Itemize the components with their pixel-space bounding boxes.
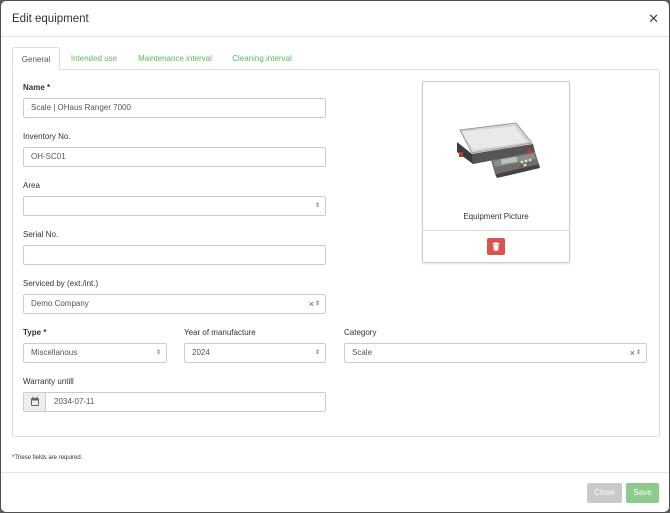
inventory-no-input[interactable]: OH-SC01 (23, 147, 326, 167)
year-value: 2024 (192, 348, 210, 357)
category-select[interactable]: Scale × ⇕ (344, 343, 647, 363)
required-fields-note: *These fields are required. (12, 455, 83, 461)
required-mark: * (43, 328, 47, 337)
calendar-icon[interactable] (24, 393, 46, 411)
edit-equipment-dialog: Edit equipment ✕ General Intended use Ma… (1, 1, 669, 512)
divider (423, 230, 569, 231)
serial-no-label: Serial No. (23, 230, 59, 239)
clear-icon[interactable]: × (309, 295, 314, 313)
select-arrows-icon: ⇕ (314, 203, 320, 209)
tab-bar: General Intended use Maintenance interva… (12, 47, 660, 70)
area-label: Area (23, 181, 40, 190)
modal-title: Edit equipment (12, 13, 89, 25)
modal-header: Edit equipment ✕ (1, 1, 669, 37)
area-select[interactable]: ⇕ (23, 196, 326, 216)
tab-cleaning-interval[interactable]: Cleaning interval (225, 47, 299, 70)
name-label-text: Name (23, 83, 45, 92)
serviced-by-value: Demo Company (31, 299, 89, 308)
type-label-text: Type (23, 328, 42, 337)
year-label: Year of manufacture (184, 328, 256, 337)
type-select[interactable]: Miscellanous ⇕ (23, 343, 167, 363)
name-input[interactable]: Scale | OHaus Ranger 7000 (23, 98, 326, 118)
clear-icon[interactable]: × (630, 344, 635, 362)
serviced-by-label: Serviced by (ext./int.) (23, 279, 99, 288)
type-value: Miscellanous (31, 348, 78, 357)
warranty-value: 2034-07-11 (54, 397, 95, 406)
warranty-label: Warranty untill (23, 377, 74, 386)
category-label: Category (344, 328, 377, 337)
tab-intended-use[interactable]: Intended use (62, 47, 126, 70)
trash-icon (492, 242, 500, 251)
footer-divider (1, 472, 669, 473)
category-value: Scale (352, 348, 373, 357)
delete-picture-button[interactable] (487, 238, 505, 255)
tab-general[interactable]: General (12, 47, 60, 70)
serviced-by-select[interactable]: Demo Company × ⇕ (23, 294, 326, 314)
warranty-date-input[interactable]: 2034-07-11 (23, 392, 326, 412)
inventory-no-label: Inventory No. (23, 132, 71, 141)
select-arrows-icon: ⇕ (635, 350, 641, 356)
close-icon[interactable]: ✕ (648, 12, 659, 26)
required-mark: * (47, 83, 51, 92)
picture-caption: Equipment Picture (463, 212, 529, 221)
serial-no-input[interactable] (23, 245, 326, 265)
select-arrows-icon: ⇕ (155, 350, 161, 356)
equipment-picture-card: Equipment Picture (422, 81, 570, 263)
close-button[interactable]: Close (587, 483, 622, 503)
select-arrows-icon: ⇕ (314, 350, 320, 356)
type-label: Type * (23, 328, 46, 337)
save-button[interactable]: Save (626, 483, 659, 503)
tab-maintenance-interval[interactable]: Maintenance interval (130, 47, 220, 70)
year-select[interactable]: 2024 ⇕ (184, 343, 326, 363)
select-arrows-icon: ⇕ (314, 301, 320, 307)
equipment-picture (457, 122, 540, 178)
name-label: Name * (23, 83, 50, 92)
